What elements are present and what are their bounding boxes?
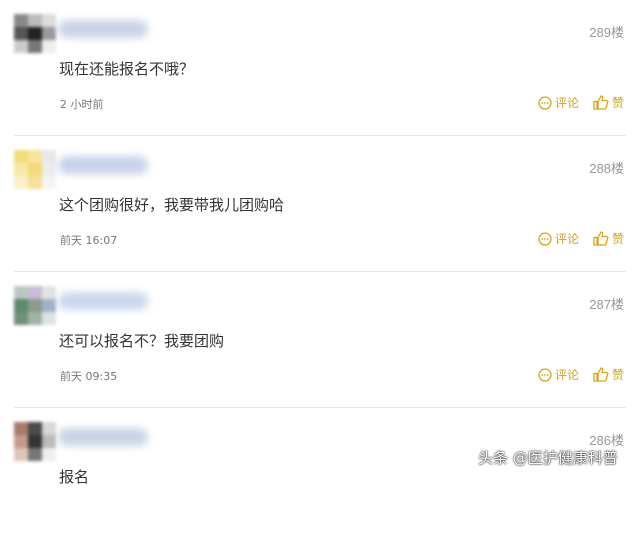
like-label: 赞 [611,368,624,382]
thumbs-up-icon [593,231,609,246]
comment-text: 报名 [59,468,90,486]
comment-text: 这个团购很好，我要带我儿团购哈 [59,196,285,214]
like-label: 赞 [611,96,624,110]
comment-icon [538,367,552,382]
reply-button[interactable]: 评论 [538,94,579,111]
comment-item: 287楼 还可以报名不？我要团购 前天 09:35 评论 赞 [0,272,640,408]
comment-icon [538,95,552,110]
floor-number: 289楼 [589,25,624,40]
comment-actions: 评论 赞 [538,366,624,383]
reply-button[interactable]: 评论 [538,366,579,383]
comment-actions: 评论 赞 [538,94,624,111]
username-blurred[interactable] [58,20,148,38]
thumbs-up-icon [593,367,609,382]
like-label: 赞 [611,232,624,246]
thumbs-up-icon [593,95,609,110]
username-blurred[interactable] [58,292,148,310]
username-blurred[interactable] [58,428,148,446]
comment-item: 289楼 现在还能报名不哦？ 2 小时前 评论 赞 [0,0,640,136]
comment-icon [538,231,552,246]
reply-label: 评论 [554,96,579,110]
comment-item: 288楼 这个团购很好，我要带我儿团购哈 前天 16:07 评论 赞 [0,136,640,272]
avatar[interactable] [14,422,56,461]
like-button[interactable]: 赞 [593,366,624,383]
reply-label: 评论 [554,368,579,382]
reply-label: 评论 [554,232,579,246]
reply-button[interactable]: 评论 [538,230,579,247]
comment-text: 现在还能报名不哦？ [59,60,195,78]
comment-item: 286楼 报名 [0,408,640,544]
avatar[interactable] [14,150,56,189]
username-blurred[interactable] [58,156,148,174]
watermark: 头条 @医护健康科普 [478,449,618,467]
comment-time: 前天 16:07 [60,234,118,247]
floor-number: 288楼 [589,161,624,176]
like-button[interactable]: 赞 [593,94,624,111]
comment-time: 前天 09:35 [60,370,118,383]
like-button[interactable]: 赞 [593,230,624,247]
avatar[interactable] [14,286,56,325]
floor-number: 287楼 [589,297,624,312]
comment-text: 还可以报名不？我要团购 [59,332,225,350]
comment-time: 2 小时前 [60,98,104,111]
comment-actions: 评论 赞 [538,230,624,247]
avatar[interactable] [14,14,56,53]
